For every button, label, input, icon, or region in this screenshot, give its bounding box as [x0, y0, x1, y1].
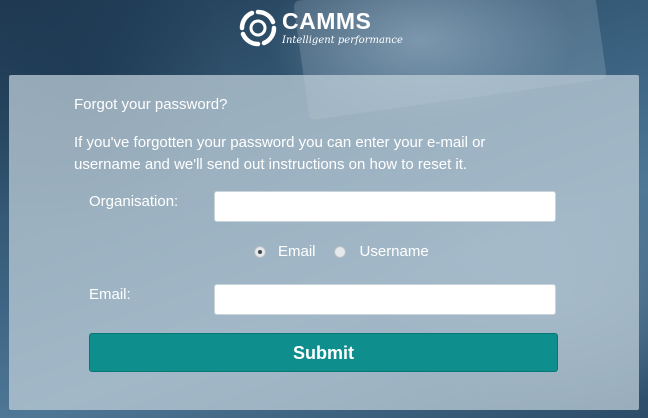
page-title: Forgot your password?: [74, 96, 228, 113]
forgot-password-panel: Forgot your password? If you've forgotte…: [9, 75, 639, 410]
email-input[interactable]: [214, 284, 556, 315]
instructions-text: If you've forgotten your password you ca…: [74, 134, 486, 173]
organisation-input[interactable]: [214, 191, 556, 222]
brand-logo: CAMMS Intelligent performance: [238, 8, 403, 52]
organisation-label: Organisation:: [89, 193, 179, 210]
username-radio-label[interactable]: Username: [360, 243, 429, 260]
username-radio[interactable]: [333, 245, 346, 258]
camms-swirl-logo-icon: [239, 9, 277, 47]
email-radio-label[interactable]: Email: [278, 243, 316, 260]
brand-text: CAMMS Intelligent performance: [282, 8, 403, 46]
email-label: Email:: [89, 286, 131, 303]
brand-tagline: Intelligent performance: [282, 35, 403, 46]
brand-name: CAMMS: [282, 8, 372, 34]
email-radio[interactable]: [254, 245, 266, 258]
lookup-type-radio-group: Email Username: [254, 243, 429, 260]
submit-button[interactable]: Submit: [89, 333, 558, 372]
